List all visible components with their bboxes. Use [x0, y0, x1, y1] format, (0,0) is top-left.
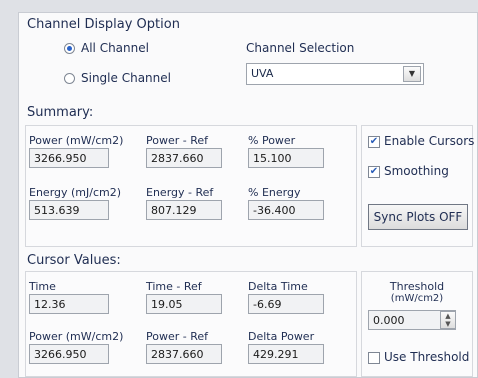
summary-power-ref-field[interactable]: 2837.660: [146, 148, 222, 168]
enable-cursors-label[interactable]: Enable Cursors: [384, 134, 474, 148]
cursor-time-ref-field[interactable]: 19.05: [146, 294, 222, 314]
summary-energy-ref-field[interactable]: 807.129: [146, 200, 222, 220]
cursor-values-title: Cursor Values:: [27, 253, 121, 268]
summary-title: Summary:: [27, 105, 94, 120]
enable-cursors-checkbox[interactable]: ✔: [368, 136, 380, 148]
cursor-time-label: Time: [29, 280, 56, 293]
summary-power-label: Power (mW/cm2): [29, 134, 124, 147]
all-channel-label[interactable]: All Channel: [81, 41, 149, 55]
cursor-power-ref-label: Power - Ref: [146, 330, 209, 343]
chevron-down-icon[interactable]: ▼: [403, 66, 421, 82]
single-channel-label[interactable]: Single Channel: [81, 71, 171, 85]
cursor-power-field[interactable]: 3266.950: [29, 344, 109, 364]
summary-power-ref-label: Power - Ref: [146, 134, 209, 147]
threshold-group: Threshold (mW/cm2) 0.000 ▲ ▼ Use Threshol…: [361, 271, 473, 377]
summary-power-field[interactable]: 3266.950: [29, 148, 109, 168]
all-channel-radio[interactable]: [64, 43, 75, 54]
smoothing-checkbox[interactable]: ✔: [368, 166, 380, 178]
threshold-spinner-icon[interactable]: ▲ ▼: [440, 311, 456, 329]
summary-energy-label: Energy (mJ/cm2): [29, 186, 122, 199]
single-channel-radio[interactable]: [64, 73, 75, 84]
summary-energy-ref-label: Energy - Ref: [146, 186, 214, 199]
threshold-unit-label: (mW/cm2): [390, 293, 444, 304]
threshold-label: Threshold: [389, 280, 445, 293]
channel-selection-value: UVA: [251, 67, 274, 80]
channel-selection-dropdown[interactable]: UVA ▼: [246, 63, 424, 85]
summary-values-group: Power (mW/cm2) 3266.950 Power - Ref 2837…: [25, 125, 357, 247]
summary-pct-energy-field[interactable]: -36.400: [248, 200, 324, 220]
cursor-delta-power-label: Delta Power: [248, 330, 315, 343]
smoothing-label[interactable]: Smoothing: [384, 164, 449, 178]
cursor-delta-power-field[interactable]: 429.291: [248, 344, 324, 364]
sync-plots-button[interactable]: Sync Plots OFF: [368, 204, 468, 230]
cursor-time-ref-label: Time - Ref: [146, 280, 202, 293]
main-panel: Channel Display Option All Channel Singl…: [18, 12, 478, 378]
cursor-power-label: Power (mW/cm2): [29, 330, 124, 343]
use-threshold-checkbox[interactable]: [368, 352, 380, 364]
use-threshold-label[interactable]: Use Threshold: [384, 350, 469, 364]
cursor-values-group: Time 12.36 Time - Ref 19.05 Delta Time -…: [25, 271, 357, 377]
cursor-time-field[interactable]: 12.36: [29, 294, 109, 314]
channel-display-title: Channel Display Option: [27, 17, 180, 32]
summary-energy-field[interactable]: 513.639: [29, 200, 109, 220]
summary-pct-power-label: % Power: [248, 134, 296, 147]
summary-pct-energy-label: % Energy: [248, 186, 301, 199]
cursor-power-ref-field[interactable]: 2837.660: [146, 344, 222, 364]
summary-pct-power-field[interactable]: 15.100: [248, 148, 324, 168]
cursor-delta-time-label: Delta Time: [248, 280, 308, 293]
summary-options-group: ✔ Enable Cursors ✔ Smoothing Sync Plots …: [361, 125, 474, 247]
cursor-delta-time-field[interactable]: -6.69: [248, 294, 324, 314]
channel-selection-label: Channel Selection: [246, 41, 355, 55]
